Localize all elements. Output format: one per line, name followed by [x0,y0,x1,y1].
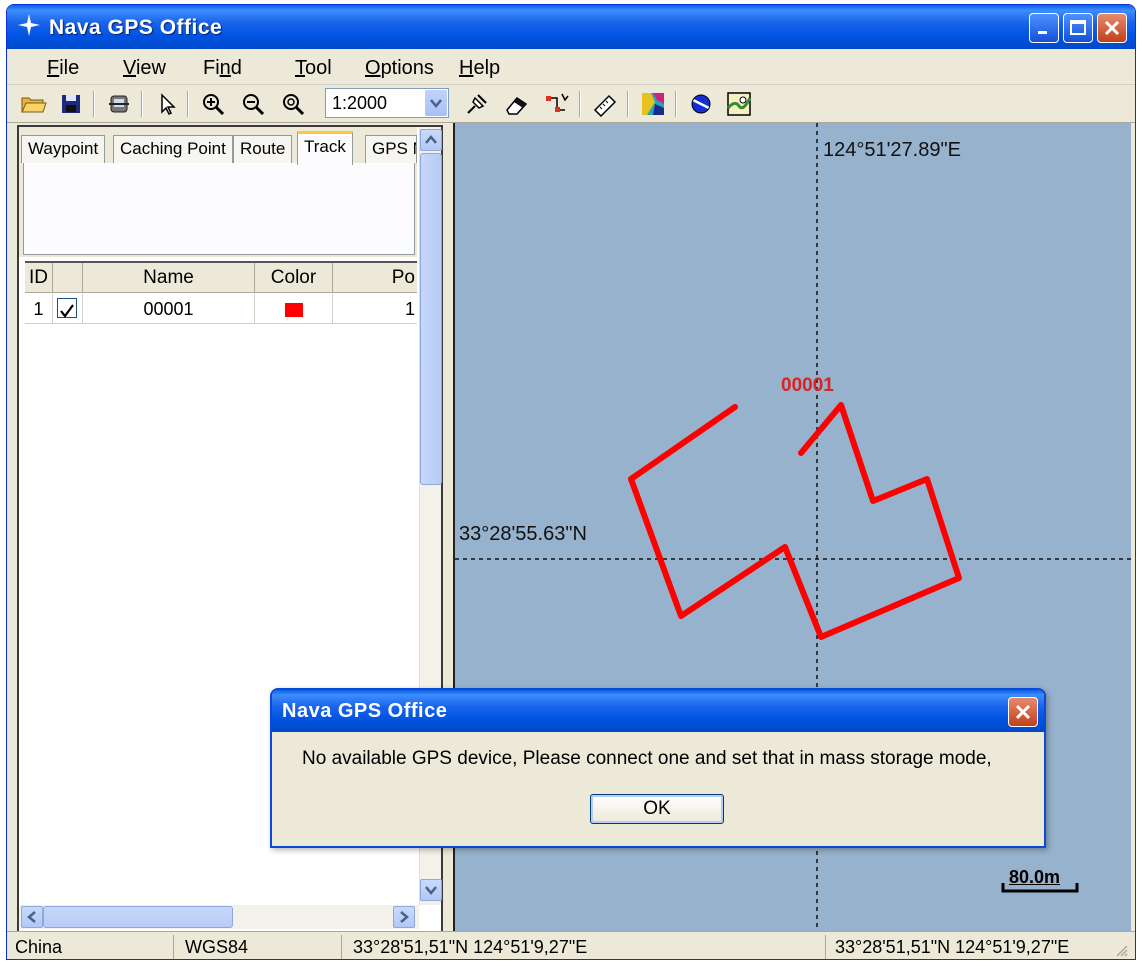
table-header: ID Name Color Po [25,263,417,293]
column-header-name[interactable]: Name [83,263,255,293]
zoom-fit-icon[interactable] [279,90,307,118]
column-header-id[interactable]: ID [25,263,53,293]
toolbar-separator [93,91,95,117]
status-coord-cursor: 33°28'51,51"N 124°51'9,27"E [353,937,588,957]
toolbar-separator [675,91,677,117]
menu-tool[interactable]: Tool [295,57,332,80]
globe-icon[interactable] [687,90,715,118]
menu-help[interactable]: Help [459,57,500,80]
close-button[interactable] [1097,13,1127,43]
map-color-icon[interactable] [639,90,667,118]
resize-grip-icon[interactable] [1113,942,1129,959]
column-header-color[interactable]: Color [255,263,333,293]
column-header-check[interactable] [53,263,83,293]
horizontal-scroll-thumb[interactable] [43,906,233,928]
title-bar[interactable]: Nava GPS Office [7,5,1135,49]
scroll-up-button[interactable] [420,129,442,151]
status-divider [341,935,342,959]
cell-color[interactable] [255,294,333,324]
status-divider [173,935,174,959]
zoom-in-icon[interactable] [199,90,227,118]
tab-gps[interactable]: GPS M [365,135,417,163]
longitude-label: 124°51'27.89"E [823,139,961,161]
cell-check [53,294,83,324]
column-header-points[interactable]: Po [333,263,417,293]
menu-bar: File View Find Tool Options Help [7,49,1135,85]
pointer-icon[interactable] [153,90,181,118]
tab-waypoint[interactable]: Waypoint [21,135,106,163]
track-name-label: 00001 [781,375,834,396]
scroll-down-button[interactable] [420,879,442,901]
eraser-icon[interactable] [503,90,531,118]
visible-checkbox[interactable] [57,298,77,318]
menu-file[interactable]: File [47,57,79,80]
ok-button[interactable]: OK [590,794,724,824]
tab-strip: Waypoint Caching Point Route Track GPS M [19,127,417,257]
gps-device-icon[interactable] [105,90,133,118]
track-table: ID Name Color Po 1 00001 1 [25,261,417,324]
toolbar-separator [187,91,189,117]
tab-caching-point[interactable]: Caching Point [113,135,233,163]
dialog-close-button[interactable] [1008,697,1038,727]
toolbar-separator [627,91,629,117]
table-row[interactable]: 1 00001 1 [25,294,417,324]
scroll-right-button[interactable] [393,906,415,928]
save-icon[interactable] [57,90,85,118]
dialog-title-bar[interactable]: Nava GPS Office [272,690,1044,732]
cell-points: 1 [404,299,415,319]
status-bar: China WGS84 33°28'51,51"N 124°51'9,27"E … [7,931,1135,959]
route-icon[interactable] [543,90,571,118]
scale-dropdown[interactable]: 1:2000 [325,88,449,118]
window-title: Nava GPS Office [49,16,223,39]
vertical-scroll-thumb[interactable] [420,153,442,485]
menu-options[interactable]: Options [365,57,434,80]
status-divider [825,935,826,959]
color-swatch [284,303,303,318]
minimize-button[interactable] [1029,13,1059,43]
map-view-icon[interactable] [725,90,753,118]
track-polyline[interactable] [628,402,962,640]
latitude-label: 33°28'55.63"N [459,523,587,545]
maximize-button[interactable] [1063,13,1093,43]
scroll-left-button[interactable] [21,906,43,928]
cell-id: 1 [25,294,53,324]
tab-track[interactable]: Track [297,131,353,165]
toolbar: 1:2000 [7,85,1135,123]
status-region: China [15,937,63,957]
chevron-down-icon[interactable] [425,90,447,116]
cell-name: 00001 [83,294,255,324]
error-dialog: Nava GPS Office No available GPS device,… [270,688,1046,848]
scale-bar-label: 80.0m [1009,867,1061,887]
open-folder-icon[interactable] [19,90,47,118]
dialog-title: Nava GPS Office [282,700,448,722]
scale-value: 1:2000 [332,93,388,113]
horizontal-scrollbar[interactable] [19,905,419,929]
ruler-icon[interactable] [591,90,619,118]
toolbar-separator [579,91,581,117]
menu-find[interactable]: Find [203,57,242,80]
app-star-icon [17,13,41,37]
status-coord-center: 33°28'51,51"N 124°51'9,27"E [835,937,1070,957]
zoom-out-icon[interactable] [239,90,267,118]
dialog-message: No available GPS device, Please connect … [302,748,992,769]
tab-route[interactable]: Route [233,135,293,163]
add-waypoint-icon[interactable] [463,90,491,118]
toolbar-separator [141,91,143,117]
status-datum: WGS84 [185,937,249,957]
tab-content [23,163,415,255]
menu-view[interactable]: View [123,57,166,80]
